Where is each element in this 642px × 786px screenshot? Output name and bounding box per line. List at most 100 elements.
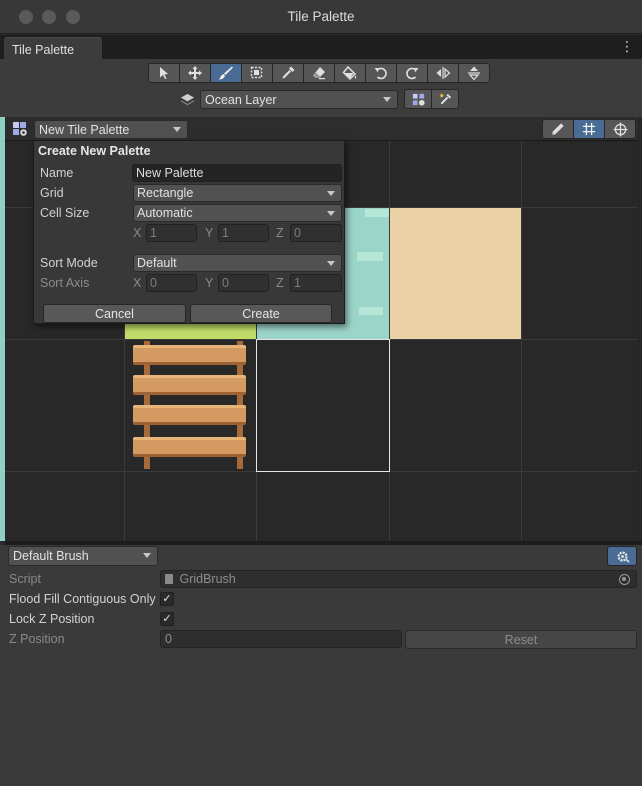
- cell-size-x-field[interactable]: 1: [146, 224, 197, 242]
- palette-name-input[interactable]: New Palette: [132, 164, 342, 182]
- cell-size-y-field[interactable]: 1: [218, 224, 269, 242]
- ladder-rung: [133, 437, 246, 457]
- flip-vertical-icon: [468, 66, 480, 81]
- brush-inspector: Default Brush Script GridBrush Flood Fil…: [0, 545, 642, 786]
- chevron-down-icon: [327, 211, 335, 216]
- move-tool-button[interactable]: [179, 63, 211, 83]
- selected-cell: [256, 339, 390, 472]
- grid-icon: [582, 122, 596, 136]
- script-field: GridBrush: [160, 570, 637, 588]
- flood-fill-label: Flood Fill Contiguous Only: [9, 592, 156, 606]
- kebab-menu-icon[interactable]: ⋮: [620, 39, 634, 53]
- tab-tile-palette[interactable]: Tile Palette: [4, 37, 102, 59]
- erase-tool-button[interactable]: [303, 63, 335, 83]
- rotate-ccw-button[interactable]: [365, 63, 397, 83]
- rotate-cw-icon: [406, 67, 419, 80]
- flip-y-button[interactable]: [458, 63, 490, 83]
- cell-size-value: Automatic: [137, 206, 193, 220]
- palette-icon: [12, 121, 28, 137]
- chevron-down-icon: [327, 191, 335, 196]
- grid-label: Grid: [40, 186, 64, 200]
- active-target-value: Ocean Layer: [205, 92, 277, 107]
- grid-dropdown[interactable]: Rectangle: [133, 184, 342, 202]
- tab-bar: Tile Palette ⋮: [0, 35, 642, 59]
- z-position-field[interactable]: 0: [160, 630, 402, 648]
- brush-settings-icon: [616, 550, 630, 563]
- chevron-down-icon: [327, 261, 335, 266]
- brush-value: Default Brush: [13, 549, 89, 563]
- sort-axis-y-field[interactable]: 0: [218, 274, 269, 292]
- toggle-gizmos-button[interactable]: [604, 119, 636, 139]
- create-button[interactable]: Create: [190, 304, 332, 323]
- toolbar: Ocean Layer: [0, 59, 642, 117]
- cell-x-axis-label: X: [133, 226, 142, 240]
- eraser-icon: [313, 67, 325, 80]
- flood-fill-tool-button[interactable]: [334, 63, 366, 83]
- select-tool-button[interactable]: [148, 63, 180, 83]
- active-target-dropdown[interactable]: Ocean Layer: [200, 89, 398, 109]
- pencil-icon: [552, 123, 564, 135]
- box-fill-tool-button[interactable]: [241, 63, 273, 83]
- sort-y-axis-label: Y: [205, 276, 214, 290]
- eyedropper-icon: [282, 66, 295, 79]
- sort-x-axis-label: X: [133, 276, 142, 290]
- active-target-row: Ocean Layer: [178, 89, 459, 109]
- box-fill-icon: [250, 66, 263, 79]
- lock-z-label: Lock Z Position: [9, 612, 95, 626]
- paint-tool-button[interactable]: [210, 63, 242, 83]
- window-title: Tile Palette: [287, 9, 355, 24]
- chevron-down-icon: [173, 127, 181, 132]
- sand-tile: [389, 207, 521, 339]
- arrow-cursor-icon: [160, 67, 168, 79]
- brush-dropdown[interactable]: Default Brush: [8, 546, 158, 566]
- paint-bucket-icon: [342, 65, 357, 81]
- target-picker-button[interactable]: [431, 89, 459, 109]
- cell-size-z-field[interactable]: 0: [290, 224, 342, 242]
- water-sparkle: [365, 209, 389, 217]
- tool-group: [148, 63, 490, 83]
- chevron-down-icon: [143, 553, 151, 558]
- cell-size-dropdown[interactable]: Automatic: [133, 204, 342, 222]
- sort-mode-dropdown[interactable]: Default: [133, 254, 342, 272]
- lock-z-checkbox[interactable]: ✓: [160, 612, 174, 626]
- paintbrush-icon: [219, 66, 233, 80]
- rotate-ccw-icon: [374, 67, 387, 80]
- grid-value: Rectangle: [137, 186, 194, 200]
- toggle-grid-button[interactable]: [573, 119, 605, 139]
- sort-z-axis-label: Z: [276, 276, 284, 290]
- flip-horizontal-icon: [436, 67, 451, 79]
- sort-axis-z-field[interactable]: 1: [290, 274, 342, 292]
- rotate-cw-button[interactable]: [396, 63, 428, 83]
- palette-dropdown[interactable]: New Tile Palette: [34, 120, 188, 139]
- edit-palette-button[interactable]: [542, 119, 574, 139]
- script-value: GridBrush: [179, 572, 236, 586]
- cell-y-axis-label: Y: [205, 226, 214, 240]
- object-picker-icon[interactable]: [619, 574, 630, 585]
- flip-x-button[interactable]: [427, 63, 459, 83]
- grass-tile: [124, 324, 256, 339]
- ladder-rung: [133, 375, 246, 395]
- sort-axis-label: Sort Axis: [40, 276, 90, 290]
- brush-settings-button[interactable]: [607, 546, 637, 566]
- create-palette-popup: Create New Palette Name New Palette Grid…: [33, 140, 345, 324]
- eyedropper-star-icon: [438, 92, 451, 104]
- name-label: Name: [40, 166, 74, 180]
- script-file-icon: [165, 574, 173, 584]
- palette-grid-icon: [412, 93, 425, 106]
- sort-axis-x-field[interactable]: 0: [146, 274, 197, 292]
- pick-tool-button[interactable]: [272, 63, 304, 83]
- water-sparkle: [357, 252, 383, 261]
- cell-z-axis-label: Z: [276, 226, 284, 240]
- cancel-button[interactable]: Cancel: [43, 304, 186, 323]
- panel-edge: [638, 117, 642, 541]
- chevron-down-icon: [383, 96, 391, 102]
- sort-mode-value: Default: [137, 256, 177, 270]
- palette-value: New Tile Palette: [39, 123, 130, 137]
- z-position-label: Z Position: [9, 632, 65, 646]
- reset-button[interactable]: Reset: [405, 630, 637, 649]
- ladder-rung: [133, 405, 246, 425]
- flood-fill-checkbox[interactable]: ✓: [160, 592, 174, 606]
- tile-palette-focus-button[interactable]: [404, 89, 432, 109]
- popup-title: Create New Palette: [38, 144, 151, 158]
- palette-view-buttons: [542, 119, 636, 139]
